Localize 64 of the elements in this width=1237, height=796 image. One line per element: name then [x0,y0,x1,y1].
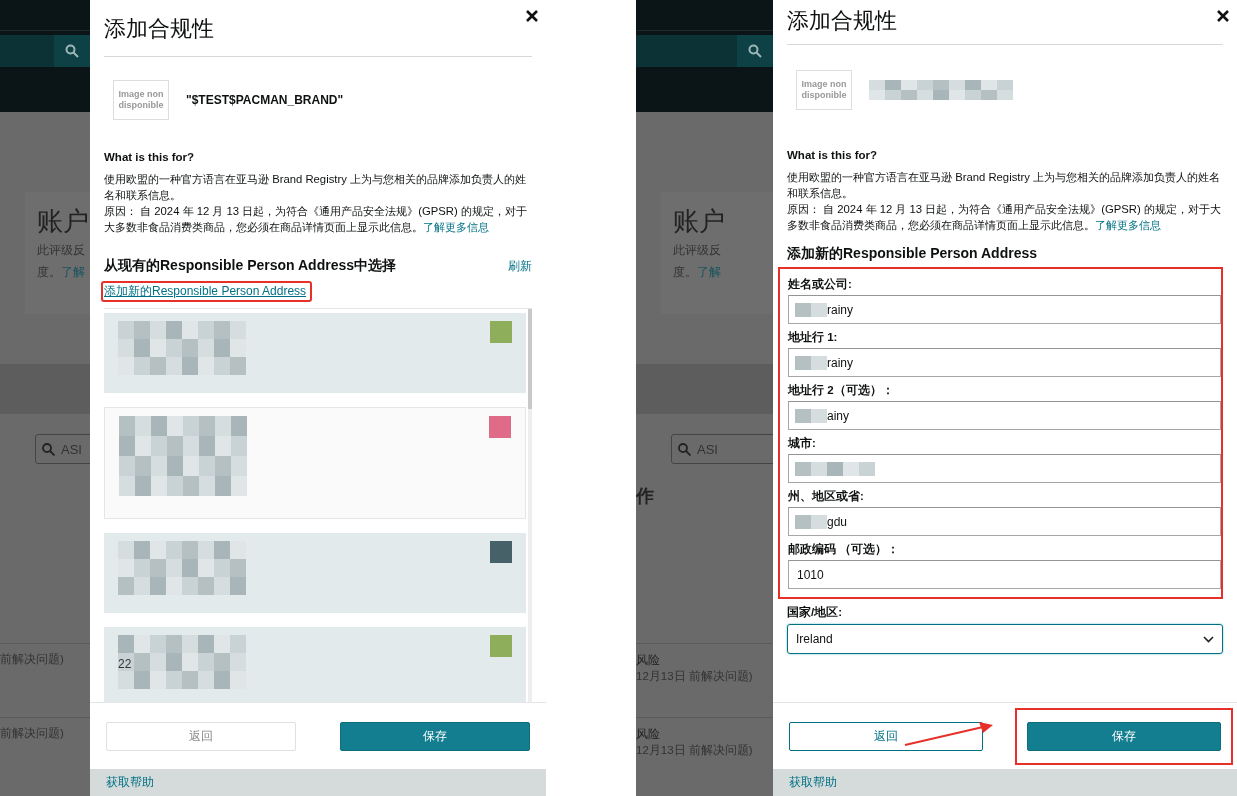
field-label: 姓名或公司: [788,277,853,292]
learn-more-link[interactable]: 了解更多信息 [1095,219,1161,231]
address-card[interactable] [104,313,526,393]
country-select[interactable]: Ireland [787,624,1223,654]
refresh-link[interactable]: 刷新 [508,258,532,275]
text-field[interactable]: gdu [788,507,1221,536]
text-field[interactable]: rainy [788,295,1221,324]
search-icon [748,44,762,58]
close-icon [526,10,538,22]
field-label: 地址行 2（可选）： [788,383,895,398]
placeholder-text: Image non disponible [800,79,848,101]
learn-more-link[interactable]: 了解更多信息 [423,221,489,233]
redaction-blur [795,355,827,370]
address-text: 22 [118,657,132,671]
address-card[interactable] [104,407,526,519]
status-text: 此评级反 [673,242,722,259]
dialog-title: 添加合规性 [787,7,897,35]
text-field[interactable] [788,454,1221,483]
status-text: 此评级反 [37,242,86,259]
help-link[interactable]: 获取帮助 [789,774,837,791]
search-icon [65,44,79,58]
placeholder-text: Image non disponible [117,89,165,111]
address-card[interactable]: 22 [104,627,526,702]
add-address-link[interactable]: 添加新的Responsible Person Address [104,284,307,298]
search-icon [678,442,691,456]
field-label: 地址行 1: [788,330,839,345]
search-icon [42,442,55,456]
info-heading: What is this for? [104,151,196,163]
scrollbar[interactable] [528,309,532,702]
text-field[interactable]: ainy [788,401,1221,430]
reason-text: 原因： 自 2024 年 12 月 13 日起，为符合《通用产品安全法规》(GPSR) 的规定，对于大多数非食品消费类商品，您必须在商品详情页面上显示此信息。了解更多信息 [787,202,1222,233]
search-button[interactable] [54,35,90,67]
close-button[interactable] [1217,10,1229,22]
redaction-blur [795,408,827,423]
close-button[interactable] [526,10,538,22]
description-text: 使用欧盟的一种官方语言在亚马逊 Brand Registry 上为与您相关的品牌添加负责人的姓名和联系信息。 [787,170,1221,201]
row-title: 风险 [636,726,661,743]
brand-name: "$TEST$PACMAN_BRAND" [186,93,344,107]
row-title: 风险 [636,652,661,669]
field-label: 国家/地区: [787,604,844,620]
page-heading: 账户 [37,205,90,238]
field-label: 城市: [788,436,817,451]
section-heading: 作 [636,486,654,506]
field-label: 州、地区或省: [788,489,865,504]
text-field[interactable]: 1010 [788,560,1221,589]
dialog-title: 添加合规性 [104,15,214,43]
redaction-blur [795,302,827,317]
search-button[interactable] [737,35,773,67]
info-heading: What is this for? [787,149,879,161]
page-heading: 账户 [673,205,726,238]
reason-text: 原因： 自 2024 年 12 月 13 日起，为符合《通用产品安全法规》(GPSR) 的规定，对于大多数非食品消费类商品，您必须在商品详情页面上显示此信息。了解更多信息 [104,204,528,235]
close-icon [1217,10,1229,22]
redaction-blur [795,514,827,529]
address-card[interactable] [104,533,526,613]
text-field[interactable]: rainy [788,348,1221,377]
field-label: 邮政编码 （可选）： [788,542,901,557]
section-heading: 从现有的Responsible Person Address中选择 [104,257,396,275]
chevron-down-icon [1203,635,1214,643]
save-button[interactable]: 保存 [1027,721,1221,751]
section-heading: 添加新的Responsible Person Address [787,245,1038,263]
help-link[interactable]: 获取帮助 [106,774,154,791]
back-button[interactable]: 返回 [789,721,983,751]
description-text: 使用欧盟的一种官方语言在亚马逊 Brand Registry 上为与您相关的品牌添加负责人的姓名和联系信息。 [104,172,527,203]
save-button[interactable]: 保存 [340,721,530,751]
